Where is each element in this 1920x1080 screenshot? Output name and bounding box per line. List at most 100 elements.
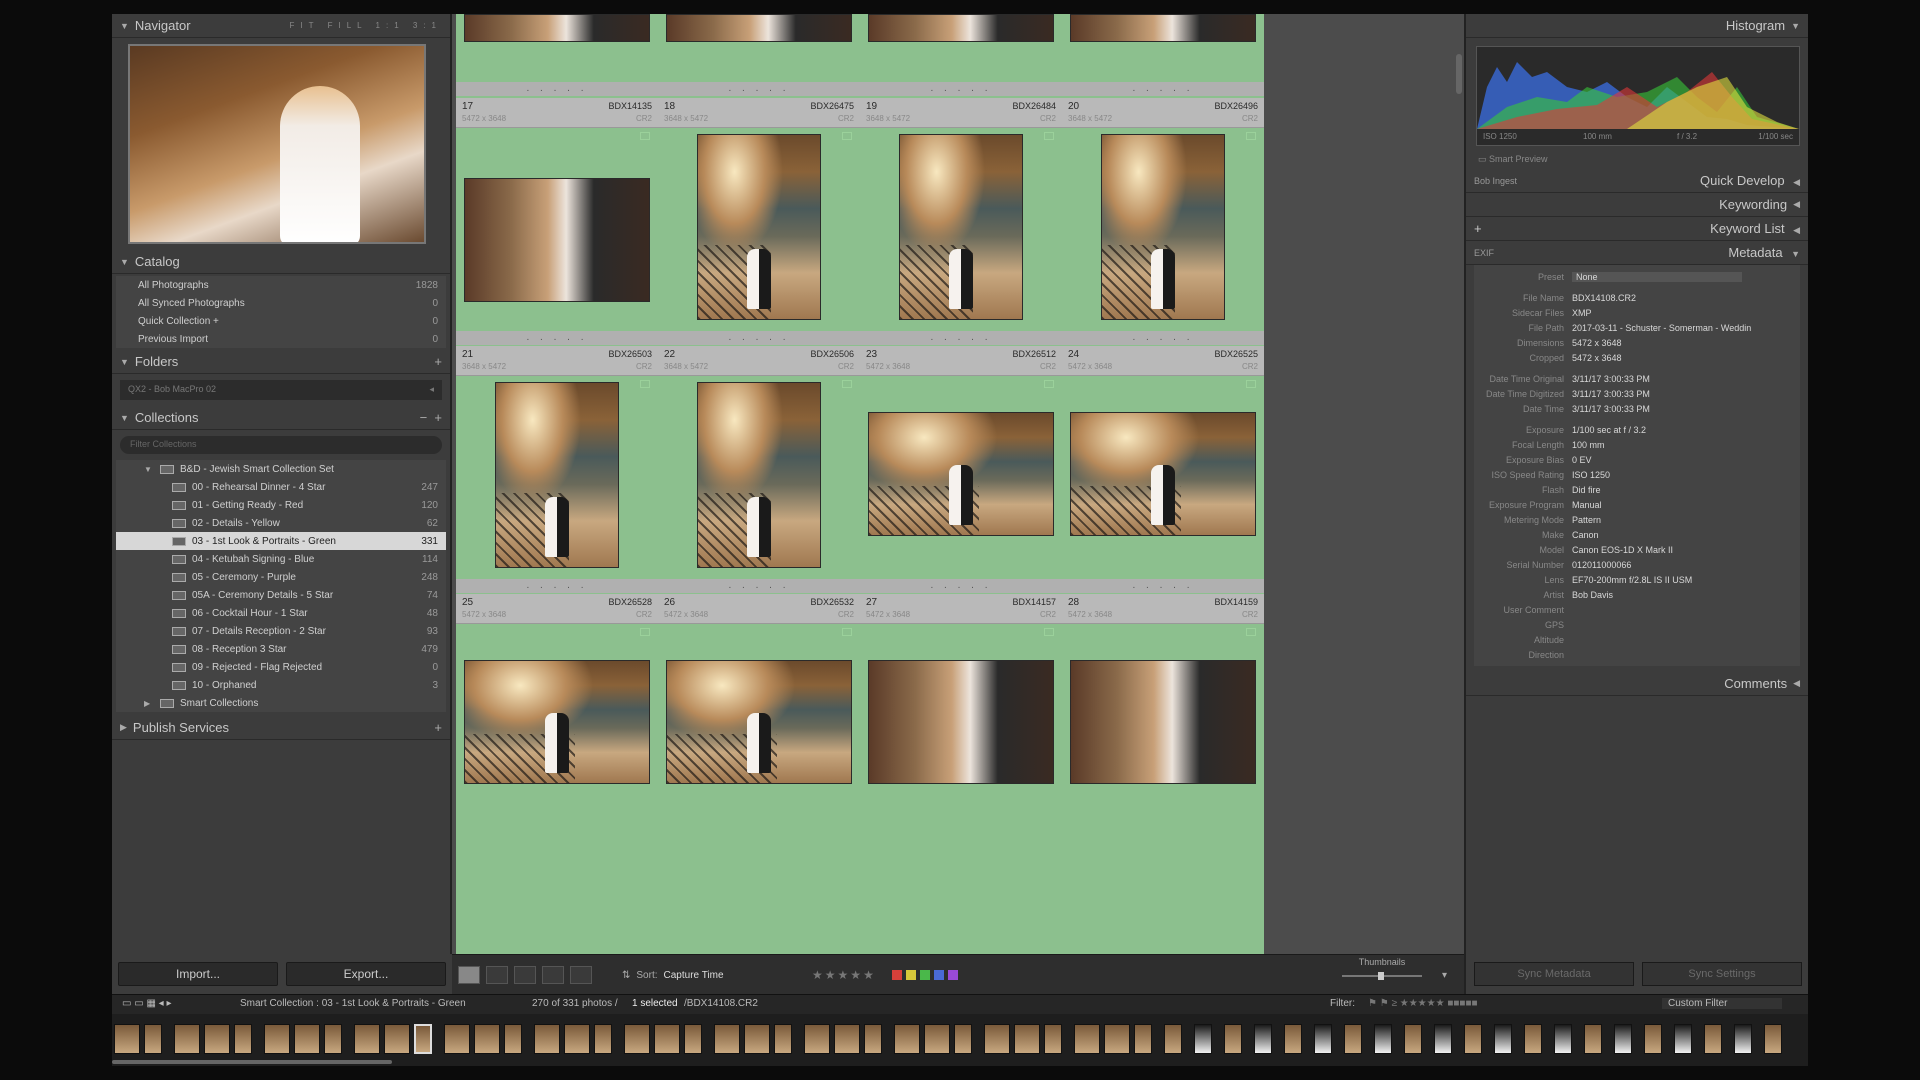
filmstrip-thumbnail[interactable]: [264, 1024, 290, 1054]
thumbnail-size-slider[interactable]: [1342, 972, 1422, 980]
sort-value[interactable]: Capture Time: [664, 970, 724, 981]
color-label-blue[interactable]: [934, 970, 944, 980]
sync-metadata-button[interactable]: Sync Metadata: [1474, 962, 1634, 986]
filmstrip-thumbnail[interactable]: [654, 1024, 680, 1054]
export-button[interactable]: Export...: [286, 962, 446, 986]
metadata-value[interactable]: Did fire: [1572, 485, 1782, 495]
collection-item[interactable]: 08 - Reception 3 Star 479: [116, 640, 446, 658]
thumbnail[interactable]: [495, 382, 619, 568]
expand-triangle-icon[interactable]: ▼: [144, 465, 160, 474]
slider-knob[interactable]: [1378, 972, 1384, 980]
filmstrip-thumbnail[interactable]: [1704, 1024, 1722, 1054]
metadata-value[interactable]: Canon: [1572, 530, 1782, 540]
grid-cell[interactable]: 25 BDX26528 5472 x 3648 CR2: [456, 594, 658, 954]
filmstrip-thumbnail[interactable]: [1614, 1024, 1632, 1054]
flag-badge-icon[interactable]: [1246, 132, 1256, 140]
metadata-header[interactable]: EXIF Metadata ▼: [1466, 241, 1808, 265]
sort-control[interactable]: ⇅ Sort: Capture Time: [622, 965, 724, 985]
color-label-yellow[interactable]: [906, 970, 916, 980]
sync-settings-button[interactable]: Sync Settings: [1642, 962, 1802, 986]
collection-item[interactable]: 00 - Rehearsal Dinner - 4 Star 247: [116, 478, 446, 496]
thumbnail[interactable]: [464, 14, 650, 42]
window-mode-icons[interactable]: ▭ ▭ ▦ ◂ ▸: [122, 998, 172, 1009]
filmstrip-thumbnail[interactable]: [1194, 1024, 1212, 1054]
catalog-header[interactable]: ▼ Catalog: [112, 250, 450, 274]
metadata-value[interactable]: Manual: [1572, 500, 1782, 510]
filmstrip-thumbnail[interactable]: [1224, 1024, 1242, 1054]
grid-cell[interactable]: 21 BDX26503 3648 x 5472 CR2 . . . . .: [456, 346, 658, 594]
filmstrip-thumbnail[interactable]: [1314, 1024, 1332, 1054]
flag-badge-icon[interactable]: [640, 380, 650, 388]
color-label-purple[interactable]: [948, 970, 958, 980]
filmstrip-thumbnail[interactable]: [744, 1024, 770, 1054]
metadata-value[interactable]: 0 EV: [1572, 455, 1782, 465]
filmstrip-thumbnail[interactable]: [294, 1024, 320, 1054]
thumbnail[interactable]: [666, 14, 852, 42]
import-button[interactable]: Import...: [118, 962, 278, 986]
quick-develop-preset-select[interactable]: Bob Ingest: [1474, 176, 1517, 186]
filmstrip-thumbnail[interactable]: [1104, 1024, 1130, 1054]
filmstrip-thumbnail[interactable]: [1434, 1024, 1452, 1054]
star-icon[interactable]: ★: [863, 968, 874, 982]
thumbnail[interactable]: [666, 660, 852, 784]
filmstrip-thumbnail[interactable]: [1344, 1024, 1362, 1054]
filmstrip-thumbnail[interactable]: [1554, 1024, 1572, 1054]
grid-cell[interactable]: 19 BDX26484 3648 x 5472 CR2 . . . . .: [860, 98, 1062, 346]
thumbnail[interactable]: [868, 660, 1054, 784]
flag-badge-icon[interactable]: [1044, 628, 1054, 636]
filmstrip-thumbnail[interactable]: [1284, 1024, 1302, 1054]
filmstrip-thumbnail[interactable]: [1644, 1024, 1662, 1054]
filmstrip-thumbnail[interactable]: [534, 1024, 560, 1054]
filmstrip-thumbnail[interactable]: [624, 1024, 650, 1054]
toolbar-menu-chevron-icon[interactable]: ▾: [1442, 965, 1447, 985]
navigator-preview[interactable]: [128, 44, 426, 244]
metadata-value[interactable]: 1/100 sec at f / 3.2: [1572, 425, 1782, 435]
collection-item[interactable]: 06 - Cocktail Hour - 1 Star 48: [116, 604, 446, 622]
filmstrip-thumbnail[interactable]: [1584, 1024, 1602, 1054]
star-icon[interactable]: ★: [825, 968, 836, 982]
filmstrip-thumbnail[interactable]: [174, 1024, 200, 1054]
filmstrip-scrollbar[interactable]: [112, 1060, 392, 1064]
survey-view-icon[interactable]: [542, 966, 564, 984]
collection-set[interactable]: ▼ B&D - Jewish Smart Collection Set: [116, 460, 446, 478]
metadata-value[interactable]: XMP: [1572, 308, 1782, 318]
grid-view-icon[interactable]: [458, 966, 480, 984]
filmstrip-thumbnail[interactable]: [834, 1024, 860, 1054]
metadata-value[interactable]: BDX14108.CR2: [1572, 293, 1782, 303]
grid-cell[interactable]: 22 BDX26506 3648 x 5472 CR2 . . . . .: [658, 346, 860, 594]
collection-item[interactable]: 10 - Orphaned 3: [116, 676, 446, 694]
metadata-value[interactable]: 3/11/17 3:00:33 PM: [1572, 389, 1782, 399]
catalog-item[interactable]: Quick Collection + 0: [116, 312, 446, 330]
filmstrip-thumbnail[interactable]: [1404, 1024, 1422, 1054]
metadata-value[interactable]: 012011000066: [1572, 560, 1782, 570]
metadata-value[interactable]: 100 mm: [1572, 440, 1782, 450]
metadata-value[interactable]: 5472 x 3648: [1572, 353, 1782, 363]
thumbnail[interactable]: [1070, 412, 1256, 536]
star-icon[interactable]: ★: [812, 968, 823, 982]
folder-drive[interactable]: QX2 - Bob MacPro 02 ◂: [120, 380, 442, 400]
flag-badge-icon[interactable]: [640, 132, 650, 140]
flag-badge-icon[interactable]: [842, 380, 852, 388]
filmstrip-thumbnail[interactable]: [594, 1024, 612, 1054]
collections-header[interactable]: ▼ Collections − +: [112, 406, 450, 430]
quick-develop-header[interactable]: Bob Ingest Quick Develop ◀: [1466, 169, 1808, 193]
star-icon[interactable]: ★: [850, 968, 861, 982]
add-keyword-icon[interactable]: +: [1474, 221, 1482, 236]
metadata-value[interactable]: 3/11/17 3:00:33 PM: [1572, 404, 1782, 414]
filmstrip-thumbnail[interactable]: [954, 1024, 972, 1054]
thumbnail[interactable]: [899, 134, 1023, 320]
filmstrip-thumbnail[interactable]: [1044, 1024, 1062, 1054]
collection-item[interactable]: 01 - Getting Ready - Red 120: [116, 496, 446, 514]
filmstrip-thumbnail[interactable]: [984, 1024, 1010, 1054]
thumbnail[interactable]: [1070, 14, 1256, 42]
collection-item[interactable]: 07 - Details Reception - 2 Star 93: [116, 622, 446, 640]
thumbnail[interactable]: [697, 134, 821, 320]
filmstrip-thumbnail[interactable]: [924, 1024, 950, 1054]
metadata-value[interactable]: 2017-03-11 - Schuster - Somerman - Weddi…: [1572, 323, 1782, 333]
expand-triangle-icon[interactable]: ▶: [144, 699, 160, 708]
thumbnail[interactable]: [464, 660, 650, 784]
filmstrip-thumbnail[interactable]: [564, 1024, 590, 1054]
grid-scrollbar[interactable]: [1456, 54, 1462, 94]
collections-search[interactable]: Filter Collections: [120, 436, 442, 454]
filmstrip-thumbnail[interactable]: [1014, 1024, 1040, 1054]
